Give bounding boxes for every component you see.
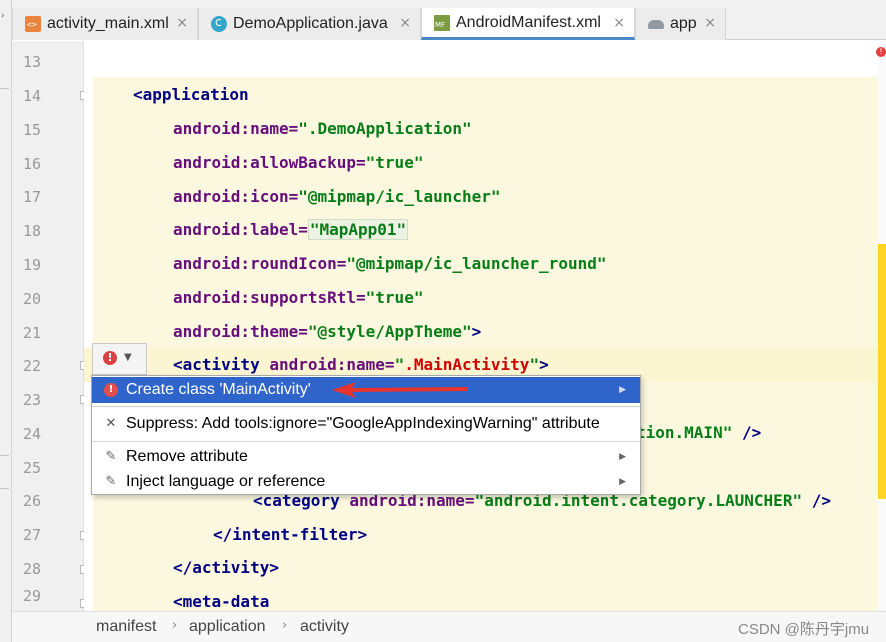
menu-item-label: Remove attribute	[126, 448, 248, 465]
breadcrumb-separator: ›	[172, 618, 178, 633]
line-number: 19	[22, 256, 42, 274]
code-line-29: <meta-data	[173, 592, 270, 611]
code-line-20: android:supportsRtl="true"	[173, 288, 424, 307]
line-number: 18	[22, 222, 42, 240]
line-number-gutter[interactable]: 13 14 15 16 17 18 19 20 21 22 23 24 25 2…	[12, 41, 89, 611]
unresolved-class-reference: .MainActivity	[404, 355, 530, 374]
code-editor[interactable]: <application android:name=".DemoApplicat…	[84, 41, 878, 611]
line-number: 24	[22, 425, 42, 443]
scrollbar-thumb[interactable]	[878, 244, 886, 499]
strip-divider	[0, 455, 9, 456]
line-number: 14	[22, 87, 42, 105]
submenu-arrow-icon: ▶	[619, 477, 626, 487]
menu-separator	[92, 406, 640, 407]
code-line-19: android:roundIcon="@mipmap/ic_launcher_r…	[173, 254, 607, 273]
chevron-down-icon[interactable]: ▼	[124, 352, 132, 363]
gradle-icon	[648, 16, 664, 32]
tab-label: DemoApplication.java	[233, 15, 388, 32]
line-number: 17	[22, 188, 42, 206]
menu-item-inject-language[interactable]: ✎ Inject language or reference ▶	[92, 469, 640, 495]
error-indicator-icon[interactable]: !	[876, 47, 886, 57]
line-number: 28	[22, 560, 42, 578]
manifest-file-icon	[434, 14, 450, 31]
close-icon[interactable]: ×	[399, 15, 411, 31]
code-line-28: </activity>	[173, 558, 279, 577]
menu-item-label: Suppress: Add tools:ignore="GoogleAppInd…	[126, 415, 600, 432]
tab-label: app	[670, 15, 697, 32]
line-number: 15	[22, 121, 42, 139]
tab-androidmanifest-xml[interactable]: AndroidManifest.xml ×	[421, 8, 635, 40]
close-icon[interactable]: ×	[704, 15, 716, 31]
tab-activity-main-xml[interactable]: activity_main.xml ×	[12, 8, 198, 40]
strip-divider	[0, 488, 9, 489]
line-number: 27	[22, 526, 42, 544]
strip-divider	[0, 88, 9, 89]
breadcrumb-bar: manifest › application › activity CSDN @…	[12, 611, 886, 642]
intention-bulb[interactable]: ! ▼	[92, 343, 147, 375]
code-line-21: android:theme="@style/AppTheme">	[173, 322, 482, 341]
strip-arrow-icon[interactable]: ›	[1, 11, 5, 21]
breadcrumb-item-activity[interactable]: activity	[300, 618, 349, 636]
menu-item-label: Inject language or reference	[126, 473, 326, 490]
breadcrumb-separator: ›	[282, 618, 288, 633]
line-number: 20	[22, 290, 42, 308]
close-icon[interactable]: ×	[613, 15, 625, 31]
line-number: 16	[22, 155, 42, 173]
annotation-arrow	[332, 382, 468, 398]
close-icon[interactable]: ×	[176, 15, 188, 31]
breadcrumb-item-manifest[interactable]: manifest	[96, 618, 156, 636]
vertical-scrollbar[interactable]	[878, 41, 886, 611]
submenu-arrow-icon: ▶	[619, 452, 626, 462]
code-line-18: android:label= "MapApp01"	[173, 219, 409, 240]
tab-demoapplication-java[interactable]: DemoApplication.java ×	[198, 8, 421, 40]
side-tool-strip: ›	[0, 0, 12, 642]
tab-label: activity_main.xml	[47, 15, 169, 32]
tab-label: AndroidManifest.xml	[456, 13, 601, 31]
edit-intention-icon: ✎	[105, 449, 117, 464]
code-line-17: android:icon="@mipmap/ic_launcher"	[173, 187, 501, 206]
code-line-24-tail: tion.MAIN" />	[636, 423, 762, 442]
tab-app[interactable]: app ×	[635, 8, 726, 40]
folded-label-value: "MapApp01"	[307, 219, 409, 240]
line-number: 22	[22, 357, 42, 375]
line-number: 21	[22, 324, 42, 342]
breadcrumb-item-application[interactable]: application	[189, 618, 266, 636]
line-number: 13	[22, 53, 42, 71]
editor-tab-bar: activity_main.xml × DemoApplication.java…	[12, 0, 886, 40]
code-line-15: android:name=".DemoApplication"	[173, 119, 472, 138]
code-line-27: </intent-filter>	[213, 525, 368, 544]
java-class-icon	[211, 15, 227, 32]
error-bulb-icon: !	[104, 383, 118, 397]
watermark: CSDN @陈丹宇jmu	[738, 621, 870, 638]
code-line-14: <application	[133, 85, 249, 104]
menu-item-label: Create class 'MainActivity'	[126, 381, 311, 398]
line-number: 26	[22, 492, 42, 510]
menu-item-suppress[interactable]: ✕ Suppress: Add tools:ignore="GoogleAppI…	[92, 411, 640, 437]
menu-item-remove-attribute[interactable]: ✎ Remove attribute ▶	[92, 444, 640, 470]
error-bulb-icon: !	[103, 351, 117, 365]
menu-separator	[92, 441, 640, 442]
line-number: 29	[22, 587, 42, 605]
close-icon: ✕	[105, 416, 117, 431]
line-number: 23	[22, 391, 42, 409]
code-line-16: android:allowBackup="true"	[173, 153, 424, 172]
submenu-arrow-icon: ▶	[619, 385, 626, 395]
xml-file-icon	[25, 16, 41, 32]
edit-intention-icon: ✎	[105, 474, 117, 489]
line-number: 25	[22, 459, 42, 477]
